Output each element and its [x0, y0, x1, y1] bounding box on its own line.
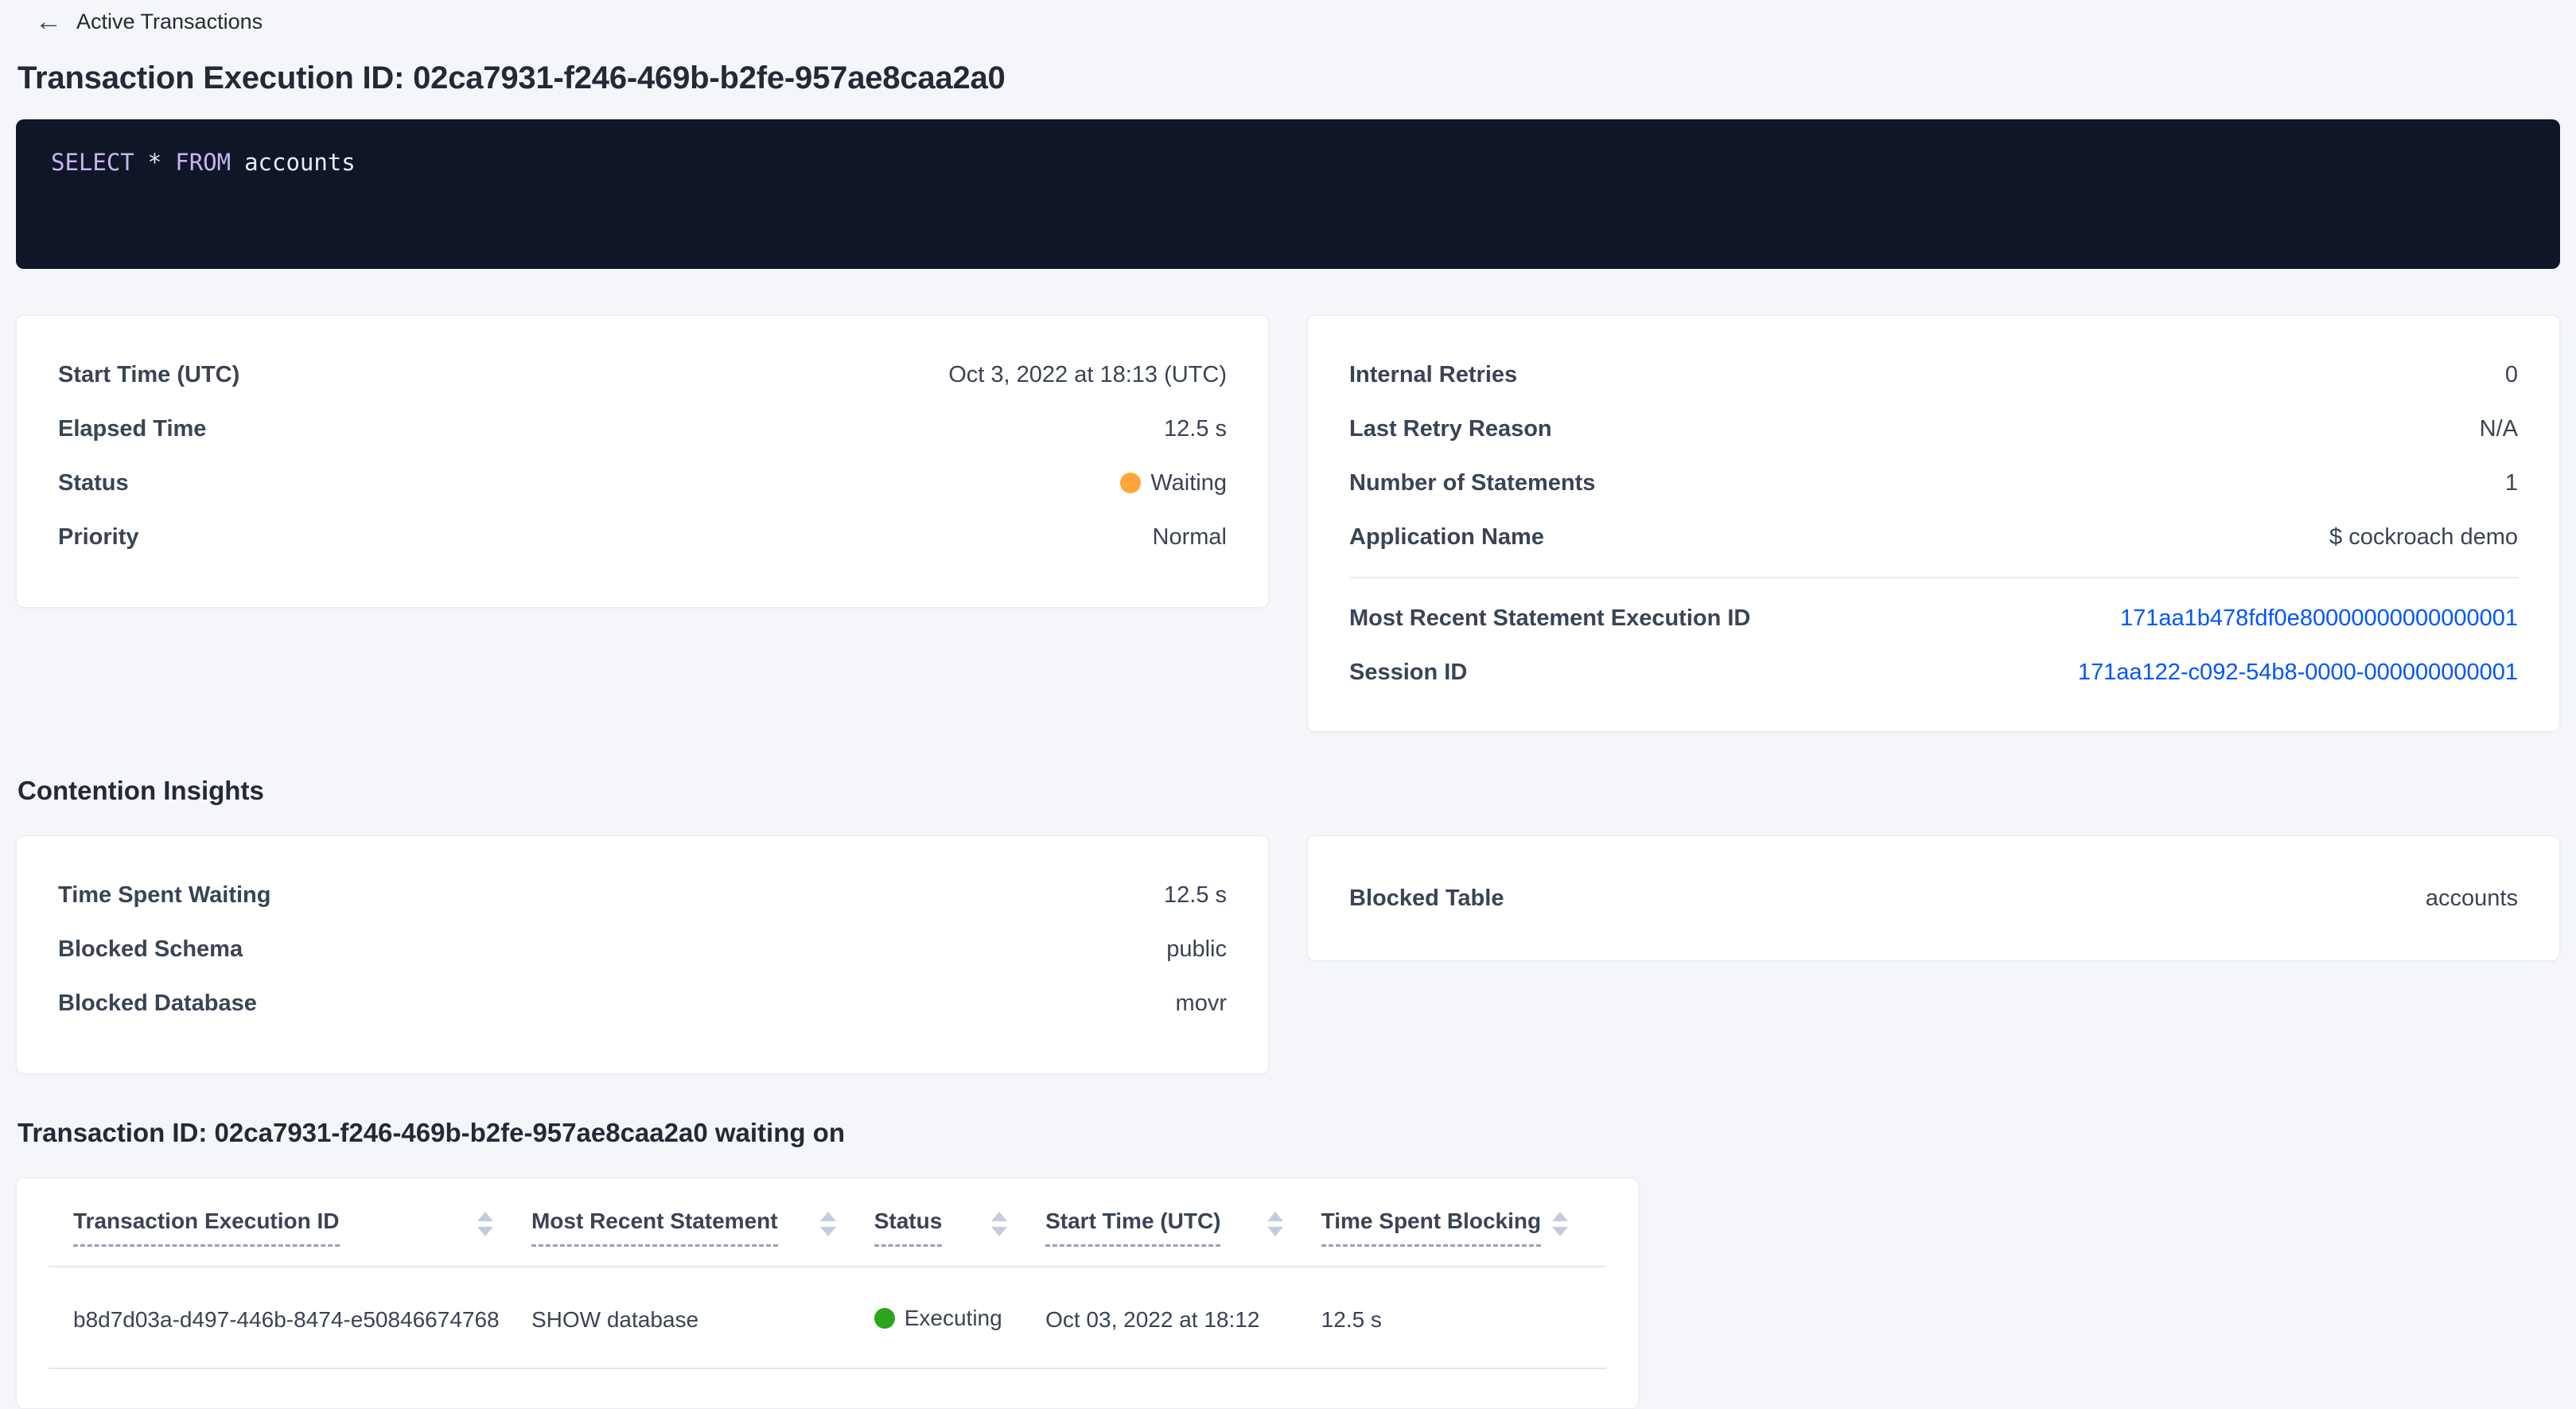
- sql-keyword: FROM: [175, 149, 231, 176]
- summary-row: Internal Retries 0: [1349, 348, 2518, 402]
- sort-icon[interactable]: [1552, 1212, 1568, 1236]
- row-label: Start Time (UTC): [58, 362, 239, 388]
- transaction-details-page: ← Active Transactions Transaction Execut…: [0, 0, 2576, 1365]
- status-waiting-dot-icon: [1120, 473, 1141, 493]
- application-name-value: $ cockroach demo: [2329, 524, 2518, 551]
- row-label: Application Name: [1349, 524, 1544, 551]
- waiting-on-heading: Transaction ID: 02ca7931-f246-469b-b2fe-…: [18, 1117, 2576, 1149]
- internal-retries-value: 0: [2505, 362, 2518, 388]
- session-id-link[interactable]: 171aa122-c092-54b8-0000-000000000001: [2078, 660, 2518, 686]
- sort-icon[interactable]: [1267, 1212, 1283, 1236]
- status-value: Waiting: [1150, 470, 1227, 496]
- contention-row: Blocked Database movr: [58, 976, 1227, 1030]
- sort-icon[interactable]: [477, 1212, 493, 1236]
- cell-execution-id: b8d7d03a-d497-446b-8474-e50846674768: [49, 1267, 531, 1368]
- statement-count-value: 1: [2505, 470, 2518, 496]
- row-label: Blocked Table: [1349, 885, 1504, 912]
- column-header-most-recent-statement[interactable]: Most Recent Statement: [531, 1178, 874, 1267]
- breadcrumb[interactable]: ← Active Transactions: [0, 0, 2576, 35]
- row-label: Most Recent Statement Execution ID: [1349, 605, 1750, 632]
- sql-operator: *: [148, 149, 161, 176]
- contention-section: Time Spent Waiting 12.5 s Blocked Schema…: [16, 835, 2560, 1074]
- summary-row: Start Time (UTC) Oct 3, 2022 at 18:13 (U…: [58, 348, 1227, 402]
- column-label: Time Spent Blocking: [1321, 1209, 1541, 1247]
- column-label: Status: [874, 1209, 943, 1247]
- column-header-start-time[interactable]: Start Time (UTC): [1045, 1178, 1321, 1267]
- page-title: Transaction Execution ID: 02ca7931-f246-…: [18, 59, 2576, 97]
- status-badge: Waiting: [1120, 470, 1227, 496]
- summary-row: Priority Normal: [58, 510, 1227, 564]
- summary-row: Last Retry Reason N/A: [1349, 402, 2518, 456]
- contention-row: Blocked Table accounts: [1349, 871, 2518, 925]
- table-row: b8d7d03a-d497-446b-8474-e50846674768 SHO…: [49, 1267, 1606, 1368]
- contention-row: Time Spent Waiting 12.5 s: [58, 868, 1227, 922]
- summary-card-left: Start Time (UTC) Oct 3, 2022 at 18:13 (U…: [16, 315, 1269, 608]
- table-header-row: Transaction Execution ID Most Recent Sta…: [49, 1178, 1606, 1267]
- cell-start-time: Oct 03, 2022 at 18:12: [1045, 1267, 1321, 1368]
- summary-row: Session ID 171aa122-c092-54b8-0000-00000…: [1349, 645, 2518, 699]
- summary-row: Status Waiting: [58, 456, 1227, 510]
- row-label: Session ID: [1349, 660, 1467, 686]
- cell-time-blocking: 12.5 s: [1321, 1267, 1606, 1368]
- column-label: Start Time (UTC): [1045, 1209, 1220, 1247]
- summary-card-right: Internal Retries 0 Last Retry Reason N/A…: [1307, 315, 2560, 732]
- start-time-value: Oct 3, 2022 at 18:13 (UTC): [948, 362, 1227, 388]
- contention-card-right: Blocked Table accounts: [1307, 835, 2560, 961]
- sql-keyword: SELECT: [51, 149, 134, 176]
- row-label: Number of Statements: [1349, 470, 1595, 496]
- waiting-on-table-card: Transaction Execution ID Most Recent Sta…: [16, 1177, 1639, 1409]
- column-header-status[interactable]: Status: [874, 1178, 1045, 1267]
- row-label: Internal Retries: [1349, 362, 1517, 388]
- sql-table-name: accounts: [244, 149, 356, 176]
- contention-card-left: Time Spent Waiting 12.5 s Blocked Schema…: [16, 835, 1269, 1074]
- status-value: Executing: [905, 1306, 1002, 1331]
- statement-execution-id-link[interactable]: 171aa1b478fdf0e80000000000000001: [2120, 605, 2518, 632]
- row-label: Priority: [58, 524, 139, 551]
- column-header-transaction-execution-id[interactable]: Transaction Execution ID: [49, 1178, 531, 1267]
- back-link[interactable]: Active Transactions: [76, 10, 263, 34]
- column-label: Transaction Execution ID: [73, 1209, 340, 1247]
- card-divider: [1349, 577, 2518, 578]
- back-arrow-icon[interactable]: ←: [35, 8, 62, 35]
- status-executing-dot-icon: [874, 1308, 895, 1329]
- row-label: Blocked Database: [58, 991, 257, 1017]
- blocked-schema-value: public: [1166, 936, 1227, 963]
- column-label: Most Recent Statement: [531, 1209, 778, 1247]
- summary-section: Start Time (UTC) Oct 3, 2022 at 18:13 (U…: [16, 315, 2560, 732]
- contention-insights-heading: Contention Insights: [18, 775, 2576, 807]
- sort-icon[interactable]: [820, 1212, 836, 1236]
- cell-statement: SHOW database: [531, 1267, 874, 1368]
- waiting-on-table: Transaction Execution ID Most Recent Sta…: [49, 1178, 1606, 1369]
- contention-row: Blocked Schema public: [58, 922, 1227, 976]
- elapsed-time-value: 12.5 s: [1164, 416, 1227, 442]
- column-header-time-spent-blocking[interactable]: Time Spent Blocking: [1321, 1178, 1606, 1267]
- summary-row: Elapsed Time 12.5 s: [58, 402, 1227, 456]
- cell-status: Executing: [874, 1267, 1045, 1368]
- summary-row: Most Recent Statement Execution ID 171aa…: [1349, 591, 2518, 645]
- sort-icon[interactable]: [991, 1212, 1007, 1236]
- row-label: Time Spent Waiting: [58, 882, 270, 909]
- row-label: Last Retry Reason: [1349, 416, 1552, 442]
- row-label: Elapsed Time: [58, 416, 206, 442]
- row-label: Blocked Schema: [58, 936, 243, 963]
- priority-value: Normal: [1153, 524, 1227, 551]
- row-label: Status: [58, 470, 129, 496]
- last-retry-reason-value: N/A: [2480, 416, 2518, 442]
- time-spent-waiting-value: 12.5 s: [1164, 882, 1227, 909]
- blocked-database-value: movr: [1176, 991, 1227, 1017]
- blocked-table-value: accounts: [2426, 885, 2518, 912]
- status-badge: Executing: [874, 1306, 1002, 1331]
- summary-row: Number of Statements 1: [1349, 456, 2518, 510]
- sql-statement-box: SELECT * FROM accounts: [16, 119, 2560, 269]
- summary-row: Application Name $ cockroach demo: [1349, 510, 2518, 564]
